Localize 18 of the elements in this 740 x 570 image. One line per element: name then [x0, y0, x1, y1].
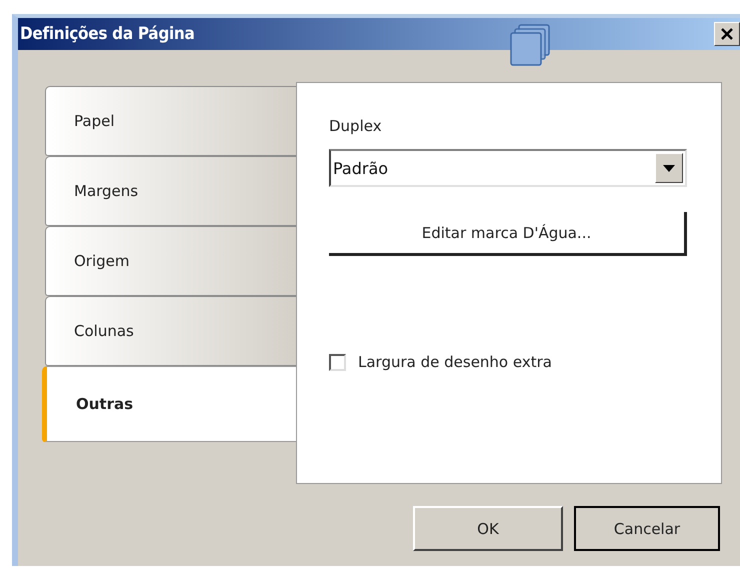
tab[interactable]: Papel: [45, 86, 296, 156]
checkbox[interactable]: [329, 354, 346, 370]
checkbox-label: Largura de desenho extra: [358, 353, 552, 371]
window-title: Definições da Página: [20, 24, 196, 44]
tab[interactable]: Origem: [45, 226, 296, 296]
edit-watermark-button[interactable]: Editar marca D'Água...: [329, 212, 687, 256]
close-button[interactable]: [714, 22, 740, 46]
dropdown-arrow-button[interactable]: [655, 153, 683, 183]
duplex-label: Duplex: [329, 117, 383, 135]
stacked-windows-icon: [510, 24, 552, 66]
tab[interactable]: Margens: [45, 156, 296, 226]
ok-button[interactable]: OK: [413, 506, 563, 551]
caret-icon: [663, 164, 675, 172]
tab[interactable]: Colunas: [45, 296, 296, 366]
cancel-button[interactable]: Cancelar: [574, 506, 720, 551]
tab[interactable]: Outras: [42, 366, 296, 442]
duplex-dropdown[interactable]: Padrão: [329, 149, 687, 187]
close-icon: [720, 27, 734, 41]
